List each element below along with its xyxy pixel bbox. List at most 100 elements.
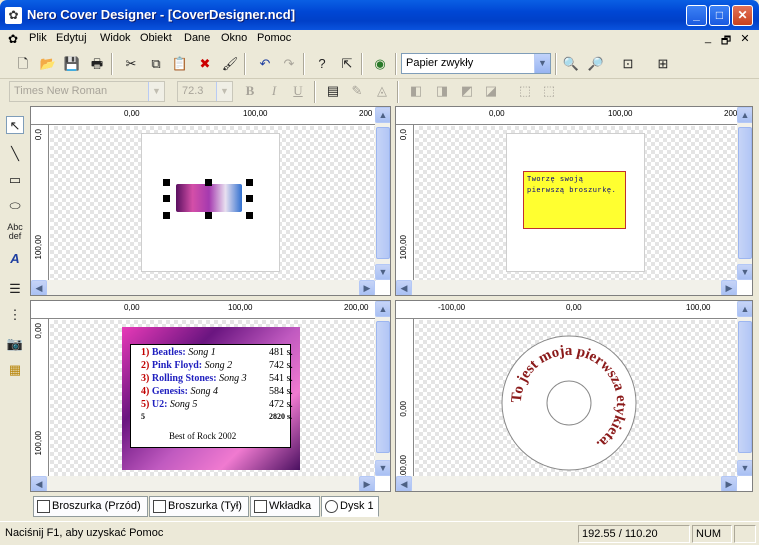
- scroll-thumb[interactable]: [738, 321, 752, 453]
- selection-handle[interactable]: [205, 212, 212, 219]
- pointer-icon[interactable]: ↖: [6, 116, 24, 134]
- pane-front[interactable]: 0,00 100,00 200 0,0 100,00 ▲ ▼ ◀ ▶: [30, 106, 391, 296]
- cut-icon[interactable]: ✂: [122, 55, 140, 73]
- menu-okno[interactable]: Okno: [221, 32, 247, 44]
- scroll-up-button[interactable]: ▲: [375, 107, 390, 123]
- tab-broszurka-tyl[interactable]: Broszurka (Tył): [149, 496, 249, 517]
- chevron-down-icon[interactable]: ▼: [148, 82, 164, 101]
- chevron-down-icon[interactable]: ▼: [534, 54, 550, 73]
- print-icon[interactable]: 🖶: [88, 55, 106, 73]
- scroll-down-button[interactable]: ▼: [375, 264, 390, 280]
- save-icon[interactable]: 💾: [63, 55, 81, 73]
- vertical-scrollbar[interactable]: ▲ ▼: [737, 107, 752, 280]
- scroll-right-button[interactable]: ▶: [721, 280, 737, 295]
- fill-icon[interactable]: ◬: [373, 82, 391, 100]
- horizontal-scrollbar[interactable]: ◀ ▶: [31, 280, 375, 295]
- horizontal-scrollbar[interactable]: ◀ ▶: [396, 476, 737, 491]
- selection-handle[interactable]: [163, 195, 170, 202]
- ellipse-icon[interactable]: ⬭: [6, 197, 24, 215]
- delete-icon[interactable]: ✖: [196, 55, 214, 73]
- nero-icon[interactable]: ◉: [371, 55, 389, 73]
- horizontal-scrollbar[interactable]: ◀ ▶: [396, 280, 737, 295]
- send-backward-icon[interactable]: ◪: [482, 82, 500, 100]
- disc-label[interactable]: To jest moja pierwsza etykieta.: [500, 326, 638, 477]
- copy-icon[interactable]: ⧉: [147, 55, 165, 73]
- horizontal-scrollbar[interactable]: ◀ ▶: [31, 476, 375, 491]
- vertical-scrollbar[interactable]: ▲ ▼: [737, 301, 752, 476]
- rectangle-icon[interactable]: ▭: [6, 171, 24, 189]
- chevron-down-icon[interactable]: ▼: [216, 82, 232, 101]
- paper-select[interactable]: Papier zwykły ▼: [401, 53, 551, 74]
- tab-wkladka[interactable]: Wkładka: [250, 496, 320, 517]
- pane-inlay[interactable]: 0,00 100,00 200,00 0,00 100,00 1) Beatle…: [30, 300, 391, 492]
- vertical-scrollbar[interactable]: ▲ ▼: [375, 107, 390, 280]
- italic-button[interactable]: I: [265, 82, 283, 100]
- redo-icon[interactable]: ↷: [280, 55, 298, 73]
- menu-plik[interactable]: Plik: [29, 32, 47, 44]
- scroll-down-button[interactable]: ▼: [737, 460, 752, 476]
- scroll-right-button[interactable]: ▶: [721, 476, 737, 491]
- pen-icon[interactable]: ✎: [348, 82, 366, 100]
- selection-handle[interactable]: [163, 179, 170, 186]
- scroll-down-button[interactable]: ▼: [375, 460, 390, 476]
- scroll-down-button[interactable]: ▼: [737, 264, 752, 280]
- scroll-thumb[interactable]: [376, 321, 390, 453]
- underline-button[interactable]: U: [289, 82, 307, 100]
- canvas[interactable]: Tworzę swoją pierwszą broszurkę.: [415, 126, 738, 281]
- open-icon[interactable]: 📂: [39, 55, 57, 73]
- document-icon[interactable]: ✿: [8, 32, 18, 46]
- new-icon[interactable]: 🗋: [14, 55, 32, 73]
- zoom-page-icon[interactable]: ⊡: [619, 55, 637, 73]
- scroll-left-button[interactable]: ◀: [396, 280, 412, 295]
- tracklist-icon[interactable]: ⋮: [6, 306, 24, 324]
- selection-handle[interactable]: [246, 212, 253, 219]
- list-icon[interactable]: ☰: [6, 280, 24, 298]
- scroll-up-button[interactable]: ▲: [737, 301, 752, 317]
- artistic-text-icon[interactable]: A: [6, 250, 24, 268]
- font-size-select[interactable]: 72.3 ▼: [177, 81, 233, 102]
- undo-icon[interactable]: ↶: [256, 55, 274, 73]
- line-icon[interactable]: ╲: [6, 145, 24, 163]
- back-page[interactable]: Tworzę swoją pierwszą broszurkę.: [506, 133, 645, 272]
- help-icon[interactable]: ?: [313, 55, 331, 73]
- properties-icon[interactable]: ▤: [324, 82, 342, 100]
- menu-pomoc[interactable]: Pomoc: [257, 32, 291, 44]
- bring-forward-icon[interactable]: ◩: [458, 82, 476, 100]
- tab-broszurka-przod[interactable]: Broszurka (Przód): [33, 496, 148, 517]
- selection-handle[interactable]: [246, 179, 253, 186]
- context-help-icon[interactable]: ⇱: [338, 55, 356, 73]
- text-icon[interactable]: Abc def: [6, 223, 24, 241]
- scroll-up-button[interactable]: ▲: [737, 107, 752, 123]
- zoom-selection-icon[interactable]: ⊞: [654, 55, 672, 73]
- canvas[interactable]: 1) Beatles: Song 1 481 s. 2) Pink Floyd: …: [50, 320, 376, 477]
- close-button[interactable]: ✕: [732, 5, 753, 26]
- nero-logo-image[interactable]: [176, 184, 242, 212]
- tracklist-box[interactable]: 1) Beatles: Song 1 481 s. 2) Pink Floyd: …: [130, 344, 293, 448]
- text-frame[interactable]: Tworzę swoją pierwszą broszurkę.: [523, 171, 626, 229]
- image-icon[interactable]: 📷: [6, 335, 24, 353]
- scroll-right-button[interactable]: ▶: [359, 476, 375, 491]
- pane-disc[interactable]: -100,00 0,00 100,00 0,00 100,00 To jest …: [395, 300, 753, 492]
- canvas[interactable]: To jest moja pierwsza etykieta.: [415, 320, 738, 477]
- app-icon[interactable]: ✿: [5, 7, 22, 24]
- maximize-button[interactable]: □: [709, 5, 730, 26]
- mdi-close-button[interactable]: ✕: [738, 32, 752, 45]
- group-icon[interactable]: ⬚: [516, 82, 534, 100]
- selection-handle[interactable]: [205, 179, 212, 186]
- menu-obiekt[interactable]: Obiekt: [140, 32, 172, 44]
- menu-dane[interactable]: Dane: [184, 32, 210, 44]
- tab-dysk-1[interactable]: Dysk 1: [321, 496, 379, 517]
- scroll-left-button[interactable]: ◀: [31, 476, 47, 491]
- format-painter-icon[interactable]: 🖌: [221, 55, 239, 73]
- paste-icon[interactable]: 📋: [171, 55, 189, 73]
- scroll-left-button[interactable]: ◀: [31, 280, 47, 295]
- ungroup-icon[interactable]: ⬚: [540, 82, 558, 100]
- font-select[interactable]: Times New Roman ▼: [9, 81, 165, 102]
- field-icon[interactable]: ▦: [6, 361, 24, 379]
- selection-handle[interactable]: [246, 195, 253, 202]
- scroll-left-button[interactable]: ◀: [396, 476, 412, 491]
- minimize-button[interactable]: _: [686, 5, 707, 26]
- mdi-minimize-button[interactable]: _: [701, 32, 715, 44]
- selection-handle[interactable]: [163, 212, 170, 219]
- zoom-out-icon[interactable]: 🔎: [587, 55, 605, 73]
